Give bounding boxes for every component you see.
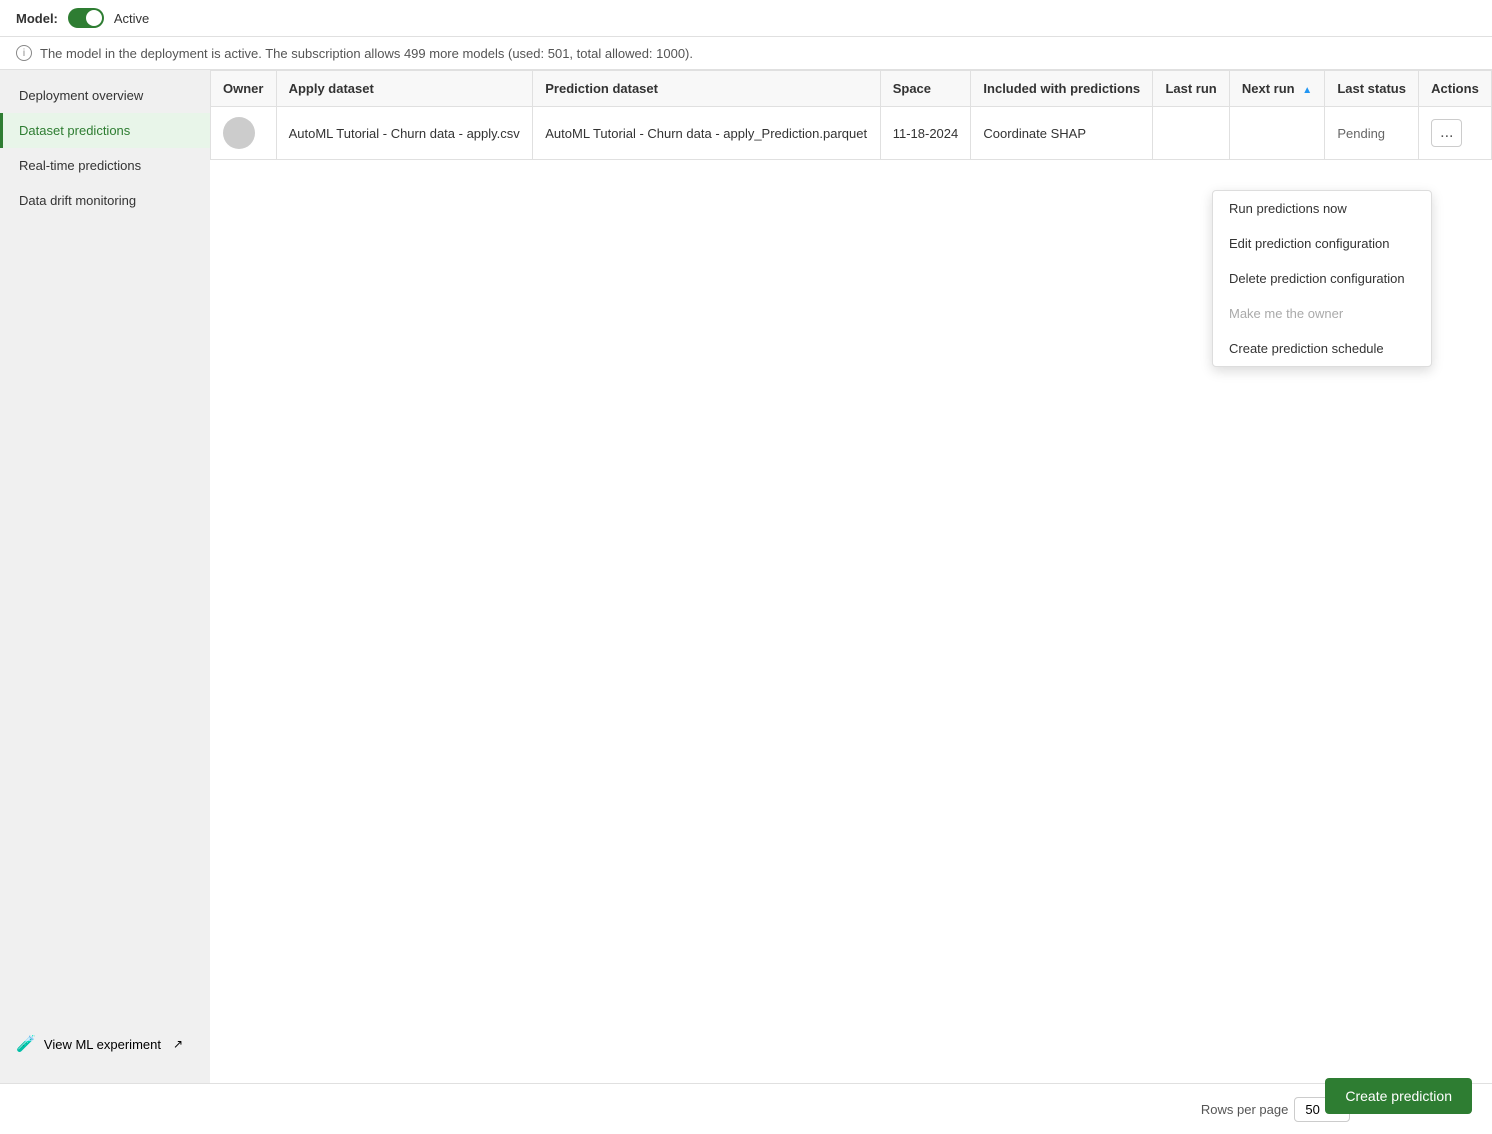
sidebar-item-data-drift-monitoring[interactable]: Data drift monitoring xyxy=(0,183,210,218)
row-prediction-dataset: AutoML Tutorial - Churn data - apply_Pre… xyxy=(533,107,880,160)
predictions-table: Owner Apply dataset Prediction dataset S… xyxy=(210,70,1492,160)
dropdown-edit-prediction-config[interactable]: Edit prediction configuration xyxy=(1213,226,1431,261)
sidebar-item-deployment-overview[interactable]: Deployment overview xyxy=(0,78,210,113)
col-owner: Owner xyxy=(211,71,277,107)
view-ml-experiment-link[interactable]: 🧪 View ML experiment ↗ xyxy=(0,1024,210,1064)
rows-per-page-label: Rows per page xyxy=(1201,1102,1288,1117)
actions-dropdown: Run predictions now Edit prediction conf… xyxy=(1212,190,1432,367)
sidebar: Deployment overview Dataset predictions … xyxy=(0,70,210,1083)
dropdown-delete-prediction-config[interactable]: Delete prediction configuration xyxy=(1213,261,1431,296)
dropdown-make-me-owner: Make me the owner xyxy=(1213,296,1431,331)
model-toggle[interactable] xyxy=(68,8,104,28)
col-apply-dataset: Apply dataset xyxy=(276,71,533,107)
ml-icon: 🧪 xyxy=(16,1034,36,1054)
row-included-with-predictions: Coordinate SHAP xyxy=(971,107,1153,160)
footer: Rows per page 50 25 100 1–1 of 1 ‹ › xyxy=(0,1083,1492,1134)
col-actions: Actions xyxy=(1419,71,1492,107)
actions-button[interactable]: ... xyxy=(1431,119,1462,147)
col-included-with-predictions: Included with predictions xyxy=(971,71,1153,107)
info-bar: i The model in the deployment is active.… xyxy=(0,37,1492,70)
content-area: Owner Apply dataset Prediction dataset S… xyxy=(210,70,1492,1083)
status-badge: Pending xyxy=(1337,126,1385,141)
view-ml-experiment-label: View ML experiment xyxy=(44,1037,161,1052)
row-last-status: Pending xyxy=(1325,107,1419,160)
row-apply-dataset: AutoML Tutorial - Churn data - apply.csv xyxy=(276,107,533,160)
create-prediction-button[interactable]: Create prediction xyxy=(1325,1078,1472,1114)
col-last-run: Last run xyxy=(1153,71,1229,107)
active-label: Active xyxy=(114,11,149,26)
col-prediction-dataset: Prediction dataset xyxy=(533,71,880,107)
model-label: Model: xyxy=(16,11,58,26)
sidebar-item-dataset-predictions[interactable]: Dataset predictions xyxy=(0,113,210,148)
sidebar-item-real-time-predictions[interactable]: Real-time predictions xyxy=(0,148,210,183)
row-next-run xyxy=(1229,107,1324,160)
dropdown-create-prediction-schedule[interactable]: Create prediction schedule xyxy=(1213,331,1431,366)
table-row: AutoML Tutorial - Churn data - apply.csv… xyxy=(211,107,1492,160)
row-space: 11-18-2024 xyxy=(880,107,971,160)
external-link-icon: ↗ xyxy=(173,1037,183,1051)
main-layout: Deployment overview Dataset predictions … xyxy=(0,70,1492,1083)
dropdown-run-predictions-now[interactable]: Run predictions now xyxy=(1213,191,1431,226)
next-run-sort-icon: ▲ xyxy=(1302,85,1312,96)
top-bar: Model: Active xyxy=(0,0,1492,37)
table-container: Owner Apply dataset Prediction dataset S… xyxy=(210,70,1492,160)
info-message: The model in the deployment is active. T… xyxy=(40,46,693,61)
row-owner xyxy=(211,107,277,160)
info-icon: i xyxy=(16,45,32,61)
col-space: Space xyxy=(880,71,971,107)
col-next-run[interactable]: Next run ▲ xyxy=(1229,71,1324,107)
avatar xyxy=(223,117,255,149)
row-last-run xyxy=(1153,107,1229,160)
col-last-status: Last status xyxy=(1325,71,1419,107)
row-actions: ... xyxy=(1419,107,1492,160)
